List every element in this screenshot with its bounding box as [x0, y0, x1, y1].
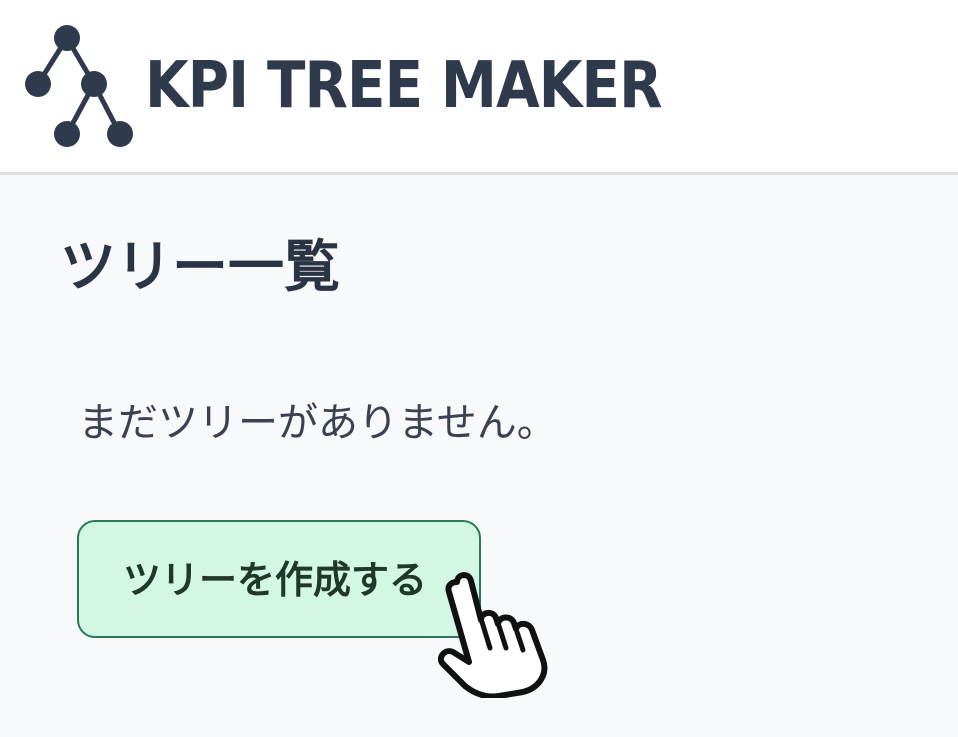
page-title: ツリー一覧 — [60, 235, 340, 300]
app-header: KPI TREE MAKER — [0, 0, 958, 175]
create-tree-button-label: ツリーを作成する — [123, 558, 428, 602]
app-title[interactable]: KPI TREE MAKER — [145, 44, 662, 128]
empty-state-message: まだツリーがありません。 — [78, 400, 557, 446]
create-tree-button[interactable]: ツリーを作成する — [77, 520, 481, 638]
tree-diagram-icon — [25, 25, 133, 147]
